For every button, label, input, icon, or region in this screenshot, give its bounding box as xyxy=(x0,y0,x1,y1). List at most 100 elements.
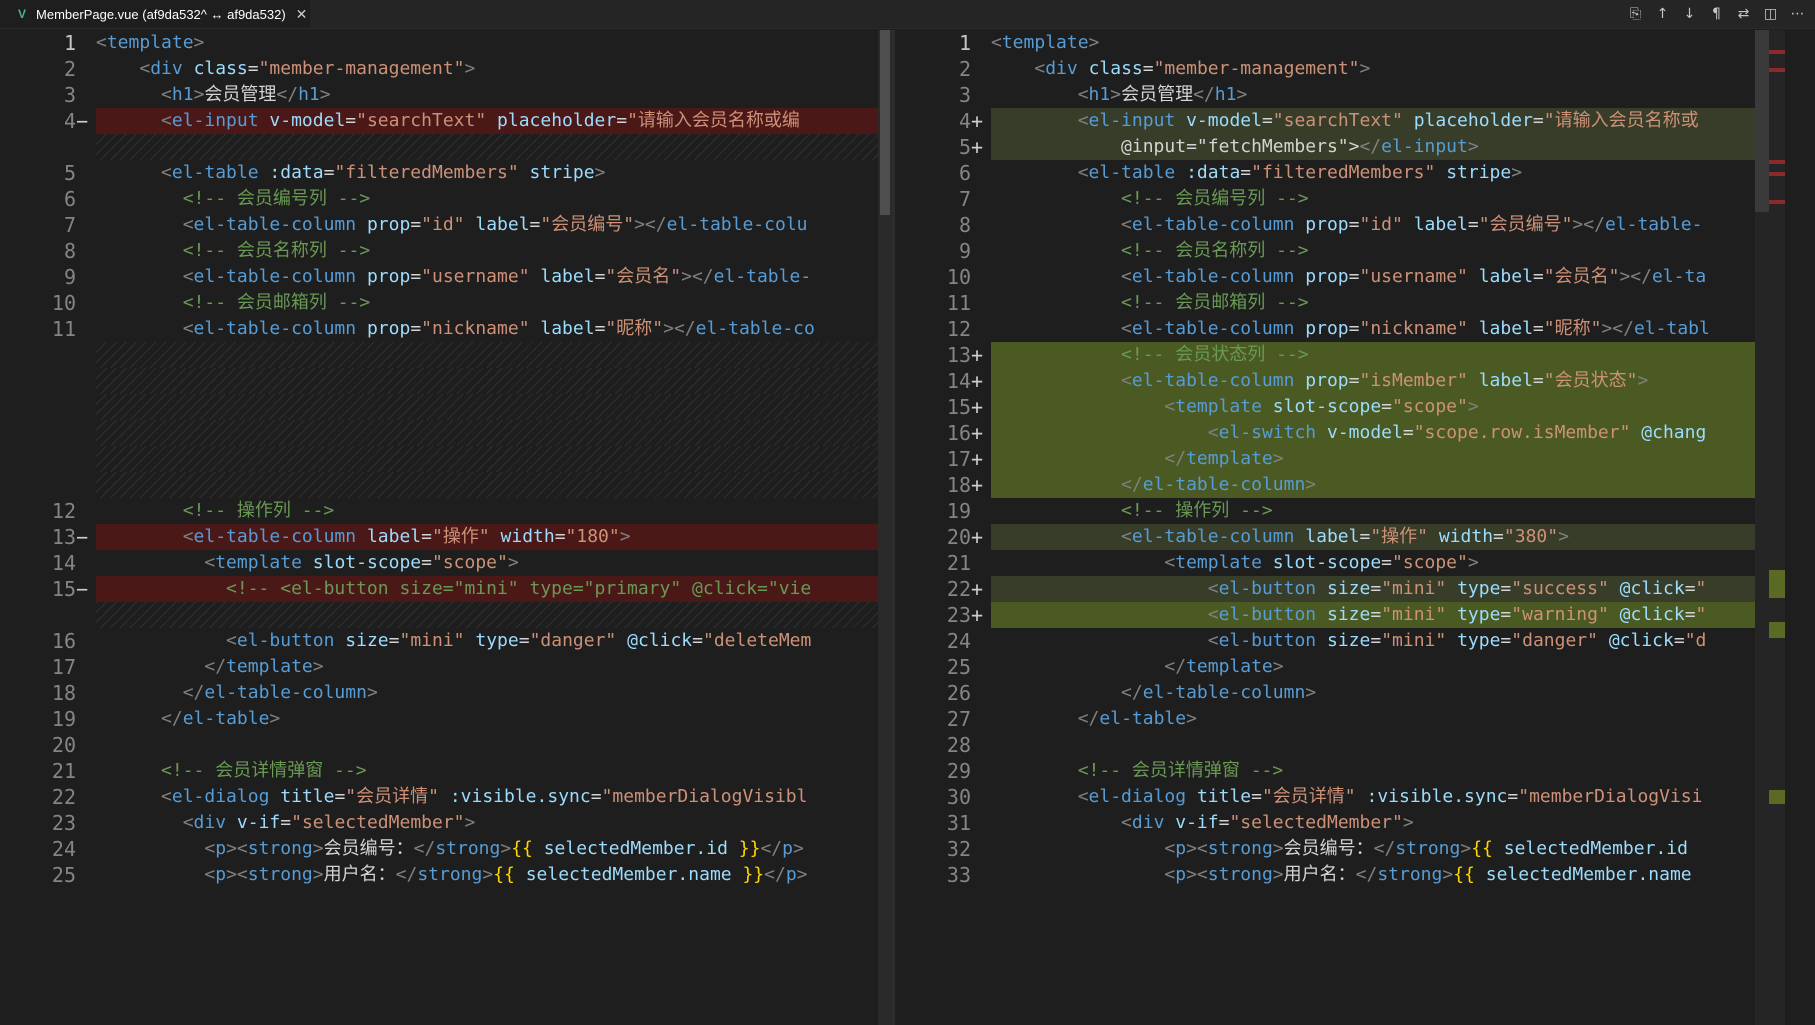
code-line[interactable]: <el-table :data="filteredMembers" stripe… xyxy=(991,160,1785,186)
code-line[interactable]: <div v-if="selectedMember"> xyxy=(991,810,1785,836)
line-number-text: 18 xyxy=(51,681,76,705)
code-area[interactable]: <template> <div class="member-management… xyxy=(991,30,1785,1025)
code-line[interactable]: </el-table-column> xyxy=(96,680,892,706)
inserted-code-line[interactable]: <template slot-scope="scope"> xyxy=(991,394,1785,420)
code-line[interactable]: <!-- 会员详情弹窗 --> xyxy=(991,758,1785,784)
line-number-gutter: 1 2 3 4+ 5+ 6 7 8 9 10 11 12 13+ 14+ 15+ 16+ 17+ 18+ 19 20+… xyxy=(895,30,991,1025)
inserted-code-line[interactable]: <el-table-column prop="isMember" label="… xyxy=(991,368,1785,394)
line-number: 16 xyxy=(0,628,96,654)
split-editor-icon[interactable]: ◫ xyxy=(1759,3,1782,25)
line-number-text: 4 xyxy=(958,109,971,133)
code-line[interactable]: <!-- 会员编号列 --> xyxy=(991,186,1785,212)
code-line[interactable] xyxy=(96,732,892,758)
inserted-code-line[interactable]: <el-button size="mini" type="warning" @c… xyxy=(991,602,1785,628)
code-line[interactable]: </el-table-column> xyxy=(991,680,1785,706)
line-number: 22+ xyxy=(895,576,991,602)
inserted-code-line[interactable]: <el-button size="mini" type="success" @c… xyxy=(991,576,1785,602)
code-line[interactable]: <!-- 操作列 --> xyxy=(991,498,1785,524)
line-number-text: 13 xyxy=(51,525,76,549)
code-line[interactable]: <el-dialog title="会员详情" :visible.sync="m… xyxy=(991,784,1785,810)
line-number-text: 3 xyxy=(958,83,971,107)
code-line[interactable]: <el-button size="mini" type="danger" @cl… xyxy=(96,628,892,654)
code-line[interactable]: <el-button size="mini" type="danger" @cl… xyxy=(991,628,1785,654)
code-line[interactable]: <el-table :data="filteredMembers" stripe… xyxy=(96,160,892,186)
code-line[interactable]: <h1>会员管理</h1> xyxy=(991,82,1785,108)
code-line[interactable]: <p><strong>会员编号：</strong>{{ selectedMemb… xyxy=(96,836,892,862)
code-line[interactable]: <template slot-scope="scope"> xyxy=(96,550,892,576)
code-line[interactable]: <!-- 会员详情弹窗 --> xyxy=(96,758,892,784)
more-actions-icon[interactable]: ⋯ xyxy=(1786,3,1809,25)
diff-tab[interactable]: V MemberPage.vue (af9da532^ ↔ af9da532) … xyxy=(0,0,310,28)
code-line[interactable]: <el-table-column prop="username" label="… xyxy=(991,264,1785,290)
line-number: 13− xyxy=(0,524,96,550)
open-file-icon[interactable]: ⎘ xyxy=(1624,3,1647,25)
code-line[interactable]: <template> xyxy=(96,30,892,56)
code-line[interactable]: <template> xyxy=(991,30,1785,56)
diff-sign: − xyxy=(76,109,89,133)
removed-code-line[interactable]: <el-input v-model="searchText" placehold… xyxy=(96,108,892,134)
next-change-icon[interactable]: ↓ xyxy=(1678,3,1701,25)
line-number-text: 14 xyxy=(946,369,971,393)
inserted-code-line[interactable]: <el-switch v-model="scope.row.isMember" … xyxy=(991,420,1785,446)
code-line[interactable]: <template slot-scope="scope"> xyxy=(991,550,1785,576)
line-number: 19 xyxy=(895,498,991,524)
code-line[interactable]: <h1>会员管理</h1> xyxy=(96,82,892,108)
code-line[interactable]: <div class="member-management"> xyxy=(991,56,1785,82)
code-line[interactable]: <!-- 会员编号列 --> xyxy=(96,186,892,212)
code-line[interactable]: <el-table-column prop="nickname" label="… xyxy=(96,316,892,342)
code-line[interactable]: <el-table-column prop="username" label="… xyxy=(96,264,892,290)
diff-marker xyxy=(1769,622,1785,638)
compare-icon[interactable]: ⇄ xyxy=(1732,3,1755,25)
inserted-code-line[interactable]: <!-- 会员状态列 --> xyxy=(991,342,1785,368)
code-line[interactable]: <p><strong>会员编号：</strong>{{ selectedMemb… xyxy=(991,836,1785,862)
code-line[interactable]: </template> xyxy=(991,654,1785,680)
close-icon[interactable]: ✕ xyxy=(296,6,308,23)
code-area[interactable]: <template> <div class="member-management… xyxy=(96,30,892,1025)
vertical-scrollbar[interactable] xyxy=(878,30,892,1025)
code-line[interactable]: <p><strong>用户名：</strong>{{ selectedMembe… xyxy=(991,862,1785,888)
original-editor[interactable]: 1 2 3 4− 5 6 7 8 9 10 11 12 13− 14 15− 16 17 18 19 20 21 22 23… xyxy=(0,30,892,1025)
code-line[interactable]: </template> xyxy=(96,654,892,680)
inserted-code-line[interactable]: <el-input v-model="searchText" placehold… xyxy=(991,108,1785,134)
code-line[interactable]: <!-- 会员名称列 --> xyxy=(96,238,892,264)
diff-overview-ruler[interactable] xyxy=(1755,30,1785,1025)
code-line[interactable]: <el-dialog title="会员详情" :visible.sync="m… xyxy=(96,784,892,810)
modified-editor[interactable]: 1 2 3 4+ 5+ 6 7 8 9 10 11 12 13+ 14+ 15+ 16+ 17+ 18+ 19 20+… xyxy=(895,30,1785,1025)
code-line[interactable]: </el-table> xyxy=(991,706,1785,732)
code-line[interactable]: <!-- 操作列 --> xyxy=(96,498,892,524)
code-line[interactable]: <el-table-column prop="nickname" label="… xyxy=(991,316,1785,342)
line-number-text: 15 xyxy=(51,577,76,601)
diff-sign: + xyxy=(971,421,984,445)
code-line[interactable]: <!-- 会员邮箱列 --> xyxy=(96,290,892,316)
line-number: 32 xyxy=(895,836,991,862)
inserted-code-line[interactable]: @input="fetchMembers"></el-input> xyxy=(991,134,1785,160)
code-line[interactable]: <!-- 会员邮箱列 --> xyxy=(991,290,1785,316)
code-line[interactable]: <el-table-column prop="id" label="会员编号">… xyxy=(991,212,1785,238)
line-number: 18+ xyxy=(895,472,991,498)
code-line[interactable]: <div class="member-management"> xyxy=(96,56,892,82)
line-number-text: 23 xyxy=(946,603,971,627)
line-number-text: 5 xyxy=(958,135,971,159)
code-line[interactable]: </el-table> xyxy=(96,706,892,732)
previous-change-icon[interactable]: ↑ xyxy=(1651,3,1674,25)
inserted-code-line[interactable]: <el-table-column label="操作" width="380"> xyxy=(991,524,1785,550)
code-line[interactable]: <div v-if="selectedMember"> xyxy=(96,810,892,836)
removed-code-line[interactable]: <!-- <el-button size="mini" type="primar… xyxy=(96,576,892,602)
show-whitespace-icon[interactable]: ¶ xyxy=(1705,3,1728,25)
scrollbar-thumb[interactable] xyxy=(880,30,890,215)
code-line[interactable]: <el-table-column prop="id" label="会员编号">… xyxy=(96,212,892,238)
line-number: 12 xyxy=(0,498,96,524)
line-number-text: 4 xyxy=(63,109,76,133)
line-number: 19 xyxy=(0,706,96,732)
diff-filler xyxy=(96,134,892,160)
inserted-code-line[interactable]: </el-table-column> xyxy=(991,472,1785,498)
line-number: 1 xyxy=(0,30,96,56)
code-line[interactable] xyxy=(991,732,1785,758)
removed-code-line[interactable]: <el-table-column label="操作" width="180"> xyxy=(96,524,892,550)
inserted-code-line[interactable]: </template> xyxy=(991,446,1785,472)
code-line[interactable]: <p><strong>用户名：</strong>{{ selectedMembe… xyxy=(96,862,892,888)
diff-sign: + xyxy=(971,447,984,471)
code-line[interactable]: <!-- 会员名称列 --> xyxy=(991,238,1785,264)
line-number-text: 9 xyxy=(63,265,76,289)
scrollbar-thumb[interactable] xyxy=(1755,30,1769,212)
